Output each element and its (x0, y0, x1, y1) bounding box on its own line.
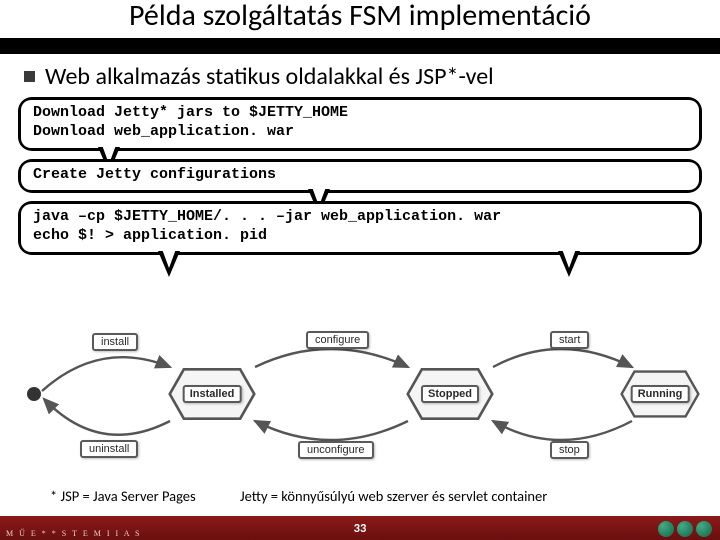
bubble-download-text: Download Jetty* jars to $JETTY_HOME Down… (21, 100, 699, 148)
slide-title: Példa szolgáltatás FSM implementáció (0, 0, 720, 38)
footnote-jetty: Jetty = könnyűsúlyú web szerver és servl… (240, 487, 547, 505)
speech-bubble-area: Download Jetty* jars to $JETTY_HOME Down… (0, 97, 720, 255)
bubble-tail-inner-icon (562, 249, 576, 268)
state-stopped-label: Stopped (421, 385, 479, 403)
transition-start: start (550, 331, 589, 349)
bubble-tail-inner-icon (162, 249, 176, 268)
bubble-configure: Create Jetty configurations (18, 159, 702, 194)
bullet-line: Web alkalmazás statikus oldalakkal és JS… (0, 54, 720, 97)
state-installed-label: Installed (183, 385, 242, 403)
transition-unconfigure: unconfigure (298, 441, 374, 459)
state-running-label: Running (631, 385, 690, 403)
bubble-run: java –cp $JETTY_HOME/. . . –jar web_appl… (18, 201, 702, 255)
transition-configure: configure (306, 331, 369, 349)
footnote-jsp: * JSP = Java Server Pages (50, 487, 196, 505)
transition-uninstall: uninstall (80, 440, 138, 458)
bubble-configure-text: Create Jetty configurations (21, 162, 699, 191)
bubble-run-text: java –cp $JETTY_HOME/. . . –jar web_appl… (21, 204, 699, 252)
fsm-diagram: Installed Stopped Running install uninst… (0, 319, 720, 469)
bullet-square-icon (24, 71, 35, 82)
footer-right-logos (658, 521, 712, 537)
state-installed: Installed (168, 364, 256, 424)
transition-stop: stop (550, 441, 589, 459)
badge-icon (677, 521, 693, 537)
page-number: 33 (0, 521, 720, 536)
state-running: Running (620, 364, 700, 424)
badge-icon (696, 521, 712, 537)
badge-icon (658, 521, 674, 537)
bubble-download: Download Jetty* jars to $JETTY_HOME Down… (18, 97, 702, 151)
bullet-text: Web alkalmazás statikus oldalakkal és JS… (45, 62, 494, 91)
transition-install: install (92, 333, 138, 351)
state-stopped: Stopped (406, 364, 494, 424)
title-band: Példa szolgáltatás FSM implementáció (0, 0, 720, 54)
footer-bar: M Ű E * * S T E M I I A S 33 (0, 516, 720, 540)
